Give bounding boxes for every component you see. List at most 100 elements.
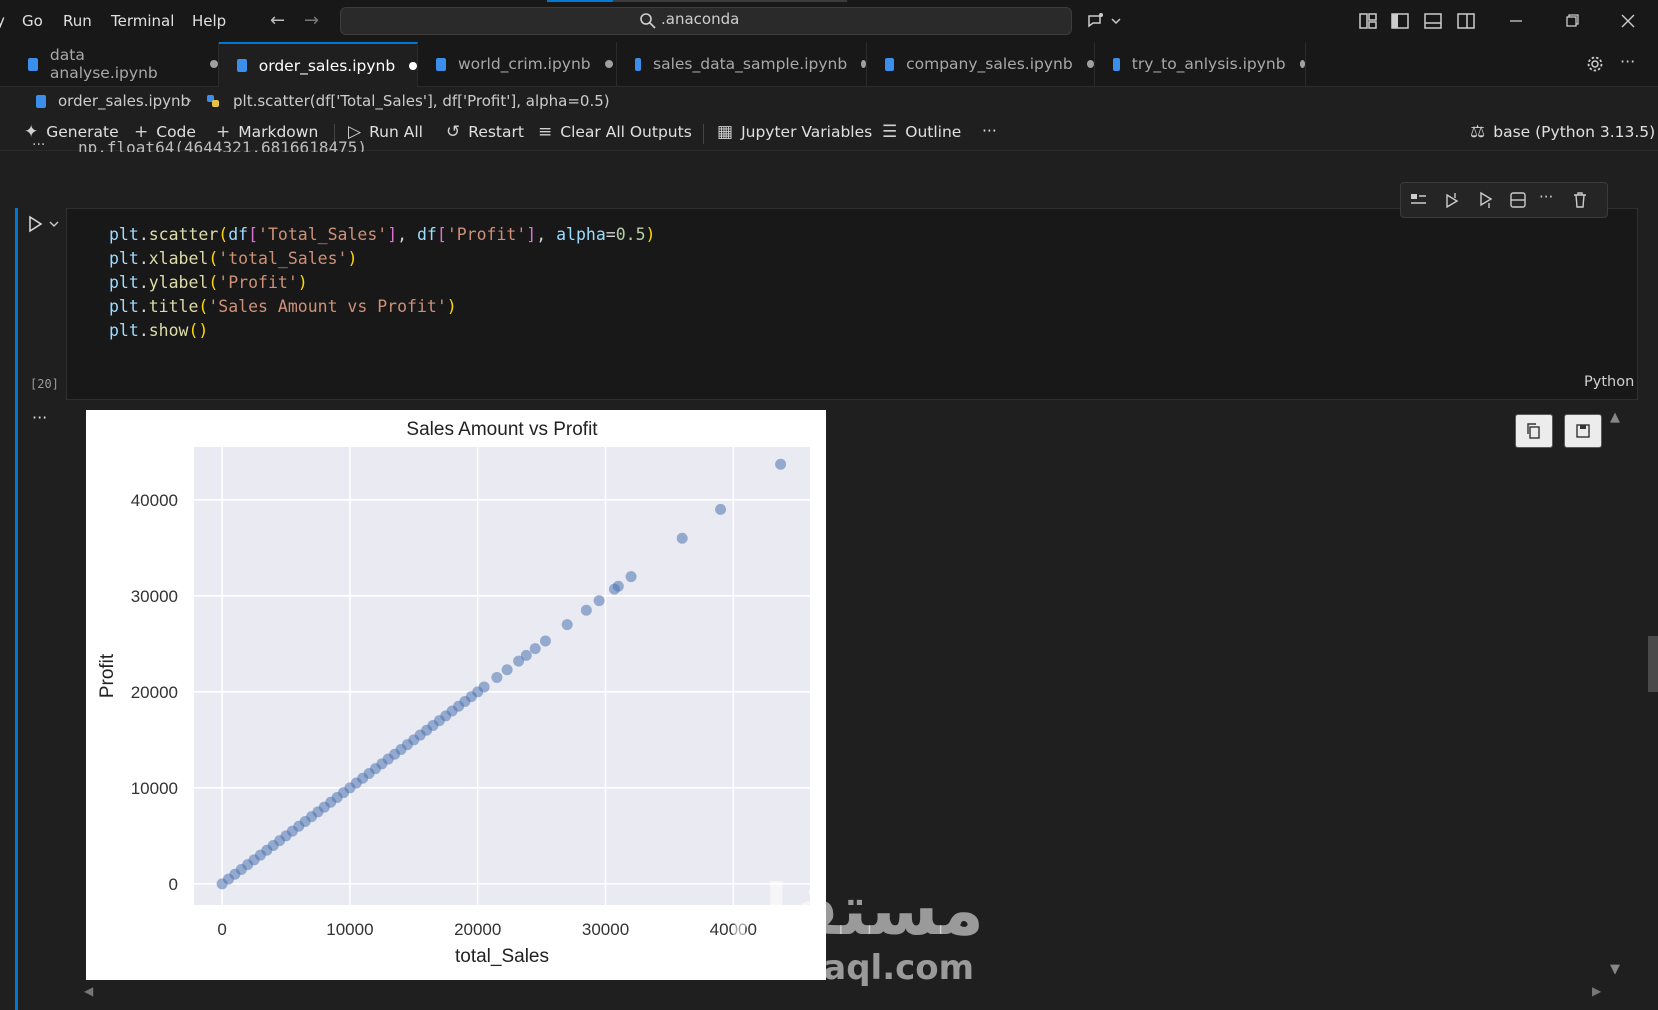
close-icon[interactable] [1618, 12, 1638, 30]
chevron-right-icon: › [186, 91, 192, 109]
chart-title: Sales Amount vs Profit [406, 419, 598, 440]
unsaved-dot-icon[interactable] [409, 61, 417, 70]
scroll-down-arrow-icon[interactable]: ▼ [1610, 962, 1620, 977]
forward-arrow-icon[interactable]: → [304, 10, 319, 31]
unsaved-dot-icon[interactable] [210, 60, 219, 68]
scroll-left-arrow-icon[interactable]: ◀ [84, 984, 93, 998]
generate-button[interactable]: ✦ Generate [24, 122, 119, 142]
gear-icon[interactable] [1586, 55, 1604, 73]
execute-above-icon[interactable] [1409, 191, 1427, 209]
unsaved-dot-icon[interactable] [861, 60, 866, 68]
restore-icon[interactable] [1562, 12, 1582, 30]
chevron-down-icon[interactable] [48, 218, 60, 230]
back-arrow-icon[interactable]: ← [270, 10, 285, 31]
save-output-button[interactable] [1564, 414, 1602, 448]
tab-world-crim[interactable]: world_crim.ipynb [418, 42, 617, 86]
jupyter-variables-button[interactable]: ▦ Jupyter Variables [717, 122, 872, 142]
data-point [520, 649, 532, 661]
layout-customize-icon[interactable] [1358, 12, 1378, 30]
menu-help[interactable]: Help [192, 12, 226, 30]
save-icon [1576, 424, 1590, 438]
scatter-plot-output: 0 10000 20000 30000 40000 0 10000 20000 30000 400… [86, 410, 826, 980]
clear-all-outputs-button[interactable]: ≡ Clear All Outputs [538, 122, 692, 142]
x-tick-label: 30000 [582, 920, 629, 939]
y-tick-label: 20000 [131, 683, 178, 702]
x-tick-label: 20000 [454, 920, 501, 939]
code-label: Code [156, 123, 196, 141]
tab-label: world_crim.ipynb [458, 55, 591, 73]
tab-label: sales_data_sample.ipynb [653, 55, 848, 73]
tab-label: company_sales.ipynb [906, 55, 1073, 73]
tab-sales-data-sample[interactable]: sales_data_sample.ipynb [617, 42, 867, 86]
restart-button[interactable]: ↺ Restart [446, 122, 524, 142]
vertical-scrollbar-thumb[interactable] [1648, 636, 1658, 692]
run-cell-icon[interactable] [27, 215, 43, 233]
copilot-icon[interactable] [1086, 12, 1106, 30]
tab-company-sales[interactable]: company_sales.ipynb [867, 42, 1095, 86]
scroll-right-arrow-icon[interactable]: ▶ [1592, 984, 1601, 998]
tab-order-sales[interactable]: order_sales.ipynb [219, 42, 418, 87]
data-point [561, 619, 573, 631]
code-line-5: plt.show() [109, 321, 209, 340]
outline-button[interactable]: ☰ Outline [882, 122, 961, 142]
cell-language-label[interactable]: Python [1584, 374, 1634, 390]
cell-more-icon[interactable]: ··· [1539, 188, 1553, 206]
search-icon [640, 13, 656, 29]
code-cell-editor[interactable]: plt.scatter(df['Total_Sales'], df['Profi… [66, 208, 1638, 400]
unsaved-dot-icon[interactable] [1299, 60, 1305, 68]
chevron-down-icon[interactable] [1110, 12, 1122, 30]
unsaved-dot-icon[interactable] [604, 60, 613, 68]
tab-label: order_sales.ipynb [258, 56, 396, 75]
restart-icon: ↺ [446, 122, 461, 142]
tab-data-analyse[interactable]: data analyse.ipynb [10, 42, 219, 86]
progress-fill [547, 0, 613, 2]
run-above-icon[interactable] [1443, 191, 1461, 209]
toolbar-divider [703, 124, 704, 144]
breadcrumb-symbol[interactable]: plt.scatter(df['Total_Sales'], df['Profi… [233, 92, 610, 110]
menu-go[interactable]: Go [22, 12, 43, 30]
menu-run[interactable]: Run [63, 12, 92, 30]
code-line-2: plt.xlabel('total_Sales') [109, 249, 358, 268]
more-actions-icon[interactable]: ··· [1620, 52, 1635, 71]
trash-icon[interactable] [1571, 191, 1589, 209]
data-point [612, 580, 624, 592]
run-below-icon[interactable] [1477, 191, 1495, 209]
data-point [501, 664, 513, 676]
scroll-up-arrow-icon[interactable]: ▲ [1610, 410, 1620, 425]
toggle-secondary-sidebar-icon[interactable] [1456, 12, 1476, 30]
tab-try-to-anlysis[interactable]: try_to_anlysis.ipynb [1095, 42, 1306, 86]
kernel-picker[interactable]: ⚖ base (Python 3.13.5) [1470, 122, 1655, 142]
split-cell-icon[interactable] [1509, 191, 1527, 209]
command-center-search[interactable]: .anaconda [340, 7, 1072, 35]
copy-output-button[interactable] [1515, 414, 1553, 448]
notebook-file-icon [885, 57, 895, 71]
output-more-icon[interactable]: ··· [32, 140, 45, 152]
y-tick-label: 0 [169, 875, 178, 894]
code-line-4: plt.title('Sales Amount vs Profit') [109, 297, 457, 316]
output-more-icon[interactable]: ··· [32, 408, 47, 427]
data-point [529, 643, 541, 655]
data-point [676, 532, 688, 544]
variables-label: Jupyter Variables [741, 123, 873, 141]
breadcrumb-file[interactable]: order_sales.ipynb [58, 92, 190, 110]
notebook-file-icon [635, 57, 642, 71]
copy-icon [1527, 423, 1540, 439]
add-code-cell-button[interactable]: + Code [134, 122, 196, 142]
tab-label: try_to_anlysis.ipynb [1131, 55, 1286, 73]
flask-icon: ⚖ [1470, 122, 1486, 142]
toggle-panel-icon[interactable] [1423, 12, 1443, 30]
cell-focus-indicator [15, 208, 18, 1010]
toggle-primary-sidebar-icon[interactable] [1390, 12, 1410, 30]
generate-label: Generate [46, 123, 119, 141]
cell-toolbar: ··· [1400, 182, 1608, 218]
add-markdown-cell-button[interactable]: + Markdown [216, 122, 318, 142]
menu-item-partial[interactable]: y [0, 12, 5, 30]
execution-count: [20] [30, 377, 59, 391]
minimize-icon[interactable] [1506, 12, 1526, 30]
watermark-text: mostaql.com [728, 948, 975, 988]
run-all-button[interactable]: ▷ Run All [348, 122, 423, 142]
toolbar-more-button[interactable]: ··· [982, 122, 997, 140]
tab-label: data analyse.ipynb [49, 46, 158, 82]
menu-terminal[interactable]: Terminal [111, 12, 174, 30]
unsaved-dot-icon[interactable] [1086, 60, 1094, 68]
